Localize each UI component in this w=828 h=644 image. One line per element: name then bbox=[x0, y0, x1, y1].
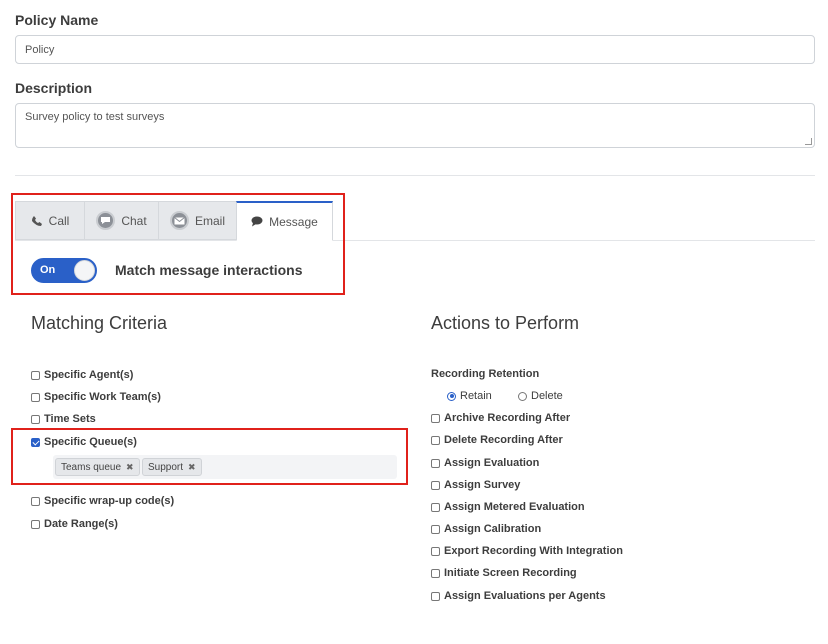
tab-message-label: Message bbox=[269, 214, 318, 229]
checkbox[interactable] bbox=[31, 496, 40, 506]
message-icon bbox=[251, 216, 263, 227]
policy-name-input[interactable]: Policy bbox=[15, 35, 815, 64]
action-label: Assign Calibration bbox=[444, 523, 542, 535]
checkbox-checked[interactable] bbox=[31, 437, 40, 447]
criteria-label: Specific Work Team(s) bbox=[44, 391, 161, 403]
criteria-specific-agents[interactable]: Specific Agent(s) bbox=[31, 369, 133, 381]
action-export-recording[interactable]: Export Recording With Integration bbox=[431, 545, 623, 557]
checkbox[interactable] bbox=[431, 591, 440, 601]
criteria-time-sets[interactable]: Time Sets bbox=[31, 413, 96, 425]
checkbox[interactable] bbox=[31, 519, 40, 529]
checkbox[interactable] bbox=[431, 524, 440, 534]
tab-chat[interactable]: Chat bbox=[84, 201, 159, 240]
toggle-description: Match message interactions bbox=[115, 262, 303, 278]
queue-chip: Support ✖ bbox=[142, 458, 202, 476]
action-assign-evaluations-per-agents[interactable]: Assign Evaluations per Agents bbox=[431, 590, 606, 602]
action-label: Export Recording With Integration bbox=[444, 545, 623, 557]
action-label: Assign Evaluations per Agents bbox=[444, 590, 606, 602]
action-label: Assign Survey bbox=[444, 479, 521, 491]
checkbox[interactable] bbox=[31, 392, 40, 402]
policy-name-label: Policy Name bbox=[15, 12, 99, 28]
tab-bar-line bbox=[15, 240, 815, 241]
recording-retention-label: Recording Retention bbox=[431, 368, 540, 380]
toggle-knob bbox=[74, 260, 95, 281]
action-delete-recording[interactable]: Delete Recording After bbox=[431, 434, 563, 446]
resize-grip-icon[interactable] bbox=[805, 138, 812, 145]
checkbox[interactable] bbox=[431, 568, 440, 578]
toggle-state-label: On bbox=[40, 264, 56, 276]
criteria-label: Specific Agent(s) bbox=[44, 369, 134, 381]
description-textarea[interactable]: Survey policy to test surveys bbox=[15, 103, 815, 148]
tab-call[interactable]: Call bbox=[15, 201, 85, 240]
section-divider bbox=[15, 175, 815, 176]
tab-email[interactable]: Email bbox=[158, 201, 237, 240]
queue-chip-label: Support bbox=[148, 461, 184, 473]
chat-icon bbox=[96, 211, 116, 230]
queue-chip-label: Teams queue bbox=[61, 461, 122, 473]
action-initiate-screen-recording[interactable]: Initiate Screen Recording bbox=[431, 567, 577, 579]
action-assign-metered-evaluation[interactable]: Assign Metered Evaluation bbox=[431, 501, 585, 513]
action-assign-calibration[interactable]: Assign Calibration bbox=[431, 523, 541, 535]
checkbox[interactable] bbox=[431, 502, 440, 512]
action-assign-evaluation[interactable]: Assign Evaluation bbox=[431, 457, 539, 469]
radio-label: Delete bbox=[531, 390, 563, 402]
tab-email-label: Email bbox=[194, 213, 225, 228]
description-label: Description bbox=[15, 80, 93, 96]
checkbox[interactable] bbox=[31, 370, 40, 380]
checkbox[interactable] bbox=[431, 413, 440, 423]
tab-message[interactable]: Message bbox=[236, 201, 333, 241]
checkbox[interactable] bbox=[431, 546, 440, 556]
queue-chip: Teams queue ✖ bbox=[55, 458, 140, 476]
criteria-specific-work-teams[interactable]: Specific Work Team(s) bbox=[31, 391, 161, 403]
email-icon bbox=[169, 211, 189, 230]
radio-label: Retain bbox=[460, 390, 492, 402]
checkbox[interactable] bbox=[31, 414, 40, 424]
checkbox[interactable] bbox=[431, 435, 440, 445]
tab-call-label: Call bbox=[48, 213, 70, 228]
radio[interactable] bbox=[518, 391, 527, 401]
retention-retain[interactable]: Retain bbox=[447, 390, 492, 402]
action-label: Assign Metered Evaluation bbox=[444, 501, 585, 513]
description-text: Survey policy to test surveys bbox=[25, 111, 165, 123]
matching-criteria-title: Matching Criteria bbox=[31, 313, 168, 333]
match-interactions-toggle[interactable]: On bbox=[31, 258, 97, 283]
criteria-label: Specific wrap-up code(s) bbox=[44, 495, 175, 507]
remove-icon[interactable]: ✖ bbox=[126, 462, 134, 473]
action-label: Initiate Screen Recording bbox=[444, 567, 577, 579]
tab-chat-label: Chat bbox=[121, 213, 147, 228]
retention-delete[interactable]: Delete bbox=[518, 390, 563, 402]
criteria-label: Date Range(s) bbox=[44, 518, 118, 530]
radio-selected[interactable] bbox=[447, 391, 456, 401]
criteria-wrap-up-codes[interactable]: Specific wrap-up code(s) bbox=[31, 495, 174, 507]
action-assign-survey[interactable]: Assign Survey bbox=[431, 479, 520, 491]
action-label: Assign Evaluation bbox=[444, 457, 540, 469]
criteria-specific-queues[interactable]: Specific Queue(s) bbox=[31, 436, 137, 448]
action-label: Delete Recording After bbox=[444, 434, 563, 446]
phone-icon bbox=[31, 215, 43, 227]
action-label: Archive Recording After bbox=[444, 412, 571, 424]
action-archive-recording[interactable]: Archive Recording After bbox=[431, 412, 570, 424]
actions-title: Actions to Perform bbox=[431, 313, 580, 333]
checkbox[interactable] bbox=[431, 480, 440, 490]
checkbox[interactable] bbox=[431, 458, 440, 468]
criteria-date-ranges[interactable]: Date Range(s) bbox=[31, 518, 118, 530]
remove-icon[interactable]: ✖ bbox=[188, 462, 196, 473]
criteria-label: Time Sets bbox=[44, 413, 96, 425]
criteria-label: Specific Queue(s) bbox=[44, 436, 137, 448]
